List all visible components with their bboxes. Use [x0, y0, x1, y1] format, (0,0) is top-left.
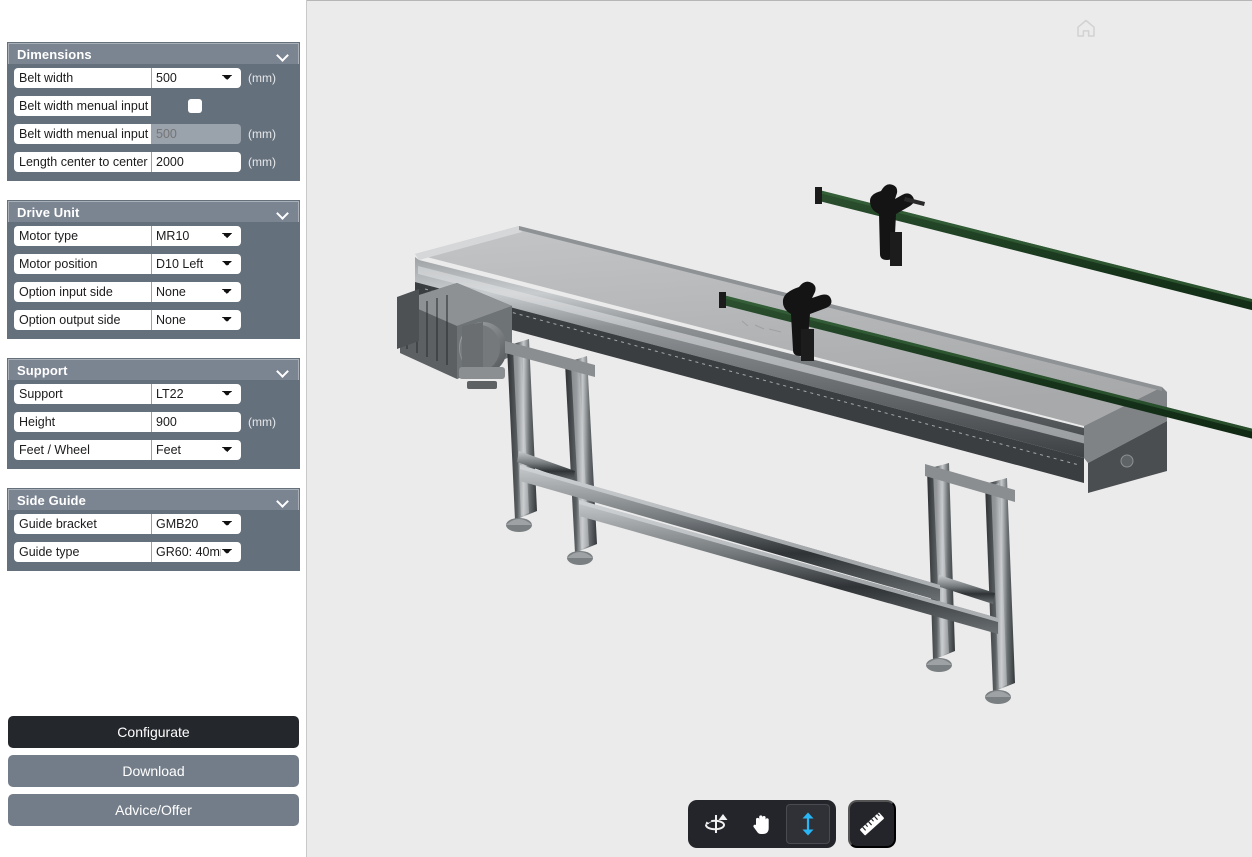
field-label: Support [14, 384, 151, 404]
panel-dimensions: Dimensions Belt width 500 (mm) Belt widt… [8, 43, 299, 180]
guide-type-select[interactable]: GR60: 40mm, [151, 542, 241, 562]
panel-title: Side Guide [17, 492, 86, 508]
field-label: Option input side [14, 282, 151, 302]
option-output-side-select[interactable]: None [151, 310, 241, 330]
rotate-icon [704, 814, 728, 833]
configurator-app: Dimensions Belt width 500 (mm) Belt widt… [0, 0, 1252, 857]
panel-header-side-guide[interactable]: Side Guide [8, 489, 299, 510]
feet-wheel-select[interactable]: Feet [151, 440, 241, 460]
checkbox-wrap [151, 99, 241, 113]
zoom-tool[interactable] [786, 804, 830, 844]
panel-body-drive-unit: Motor type MR10 Motor position D10 Left … [8, 222, 299, 338]
chevron-down-icon[interactable] [276, 48, 289, 61]
field-label: Motor position [14, 254, 151, 274]
hand-icon [753, 815, 769, 834]
field-row-length-center-to-center: Length center to center (mm) [14, 152, 293, 172]
panel-header-dimensions[interactable]: Dimensions [8, 43, 299, 64]
ruler-icon [860, 812, 884, 836]
field-row-support: Support LT22 [14, 384, 293, 404]
chevron-down-icon[interactable] [276, 206, 289, 219]
unit-label: (mm) [248, 415, 276, 429]
panel-header-support[interactable]: Support [8, 359, 299, 380]
field-row-guide-type: Guide type GR60: 40mm, [14, 542, 293, 562]
pan-tool[interactable] [740, 804, 784, 844]
field-label: Height [14, 412, 151, 432]
unit-label: (mm) [248, 71, 276, 85]
panel-drive-unit: Drive Unit Motor type MR10 Motor positio… [8, 201, 299, 338]
field-label: Motor type [14, 226, 151, 246]
panel-support: Support Support LT22 Height (mm) [8, 359, 299, 468]
panel-body-support: Support LT22 Height (mm) Feet / Wheel [8, 380, 299, 468]
chevron-down-icon[interactable] [276, 364, 289, 377]
panel-title: Dimensions [17, 46, 92, 62]
field-row-motor-type: Motor type MR10 [14, 226, 293, 246]
belt-width-manual-input-field [151, 124, 241, 144]
chevron-down-icon[interactable] [276, 494, 289, 507]
model-viewport[interactable] [307, 0, 1252, 857]
field-label: Guide bracket [14, 514, 151, 534]
support-select[interactable]: LT22 [151, 384, 241, 404]
motor-type-select[interactable]: MR10 [151, 226, 241, 246]
field-label: Belt width menual input [14, 124, 151, 144]
field-row-option-input-side: Option input side None [14, 282, 293, 302]
panel-stack: Dimensions Belt width 500 (mm) Belt widt… [8, 43, 299, 591]
measure-tool[interactable] [848, 800, 896, 848]
field-label: Feet / Wheel [14, 440, 151, 460]
panel-body-dimensions: Belt width 500 (mm) Belt width menual in… [8, 64, 299, 180]
motor-position-select[interactable]: D10 Left [151, 254, 241, 274]
panel-title: Support [17, 362, 68, 378]
field-label: Length center to center [14, 152, 151, 172]
advice-offer-button[interactable]: Advice/Offer [8, 794, 299, 826]
navigation-tool-group [688, 800, 836, 848]
field-row-belt-width-manual-value: Belt width menual input (mm) [14, 124, 293, 144]
field-label: Guide type [14, 542, 151, 562]
field-label: Belt width [14, 68, 151, 88]
belt-width-manual-input-checkbox[interactable] [188, 99, 202, 113]
option-input-side-select[interactable]: None [151, 282, 241, 302]
belt-conveyor-3d-model[interactable] [307, 1, 1252, 857]
rotate-tool[interactable] [694, 804, 738, 844]
action-button-stack: Configurate Download Advice/Offer [8, 716, 299, 826]
guide-bracket-select[interactable]: GMB20 [151, 514, 241, 534]
panel-header-drive-unit[interactable]: Drive Unit [8, 201, 299, 222]
download-button[interactable]: Download [8, 755, 299, 787]
configurate-button[interactable]: Configurate [8, 716, 299, 748]
field-row-guide-bracket: Guide bracket GMB20 [14, 514, 293, 534]
panel-body-side-guide: Guide bracket GMB20 Guide type GR60: 40m… [8, 510, 299, 570]
field-row-option-output-side: Option output side None [14, 310, 293, 330]
zoom-vertical-arrows-icon [802, 812, 814, 836]
unit-label: (mm) [248, 155, 276, 169]
field-row-belt-width-manual-toggle: Belt width menual input [14, 96, 293, 116]
height-field[interactable] [151, 412, 241, 432]
field-row-height: Height (mm) [14, 412, 293, 432]
field-row-belt-width: Belt width 500 (mm) [14, 68, 293, 88]
viewport-toolbar [688, 800, 896, 848]
field-row-motor-position: Motor position D10 Left [14, 254, 293, 274]
configurator-sidebar: Dimensions Belt width 500 (mm) Belt widt… [0, 0, 307, 857]
field-row-feet-wheel: Feet / Wheel Feet [14, 440, 293, 460]
length-center-to-center-field[interactable] [151, 152, 241, 172]
belt-width-select[interactable]: 500 [151, 68, 241, 88]
unit-label: (mm) [248, 127, 276, 141]
field-label: Option output side [14, 310, 151, 330]
panel-side-guide: Side Guide Guide bracket GMB20 Guide typ… [8, 489, 299, 570]
field-label: Belt width menual input [14, 96, 151, 116]
panel-title: Drive Unit [17, 204, 80, 220]
